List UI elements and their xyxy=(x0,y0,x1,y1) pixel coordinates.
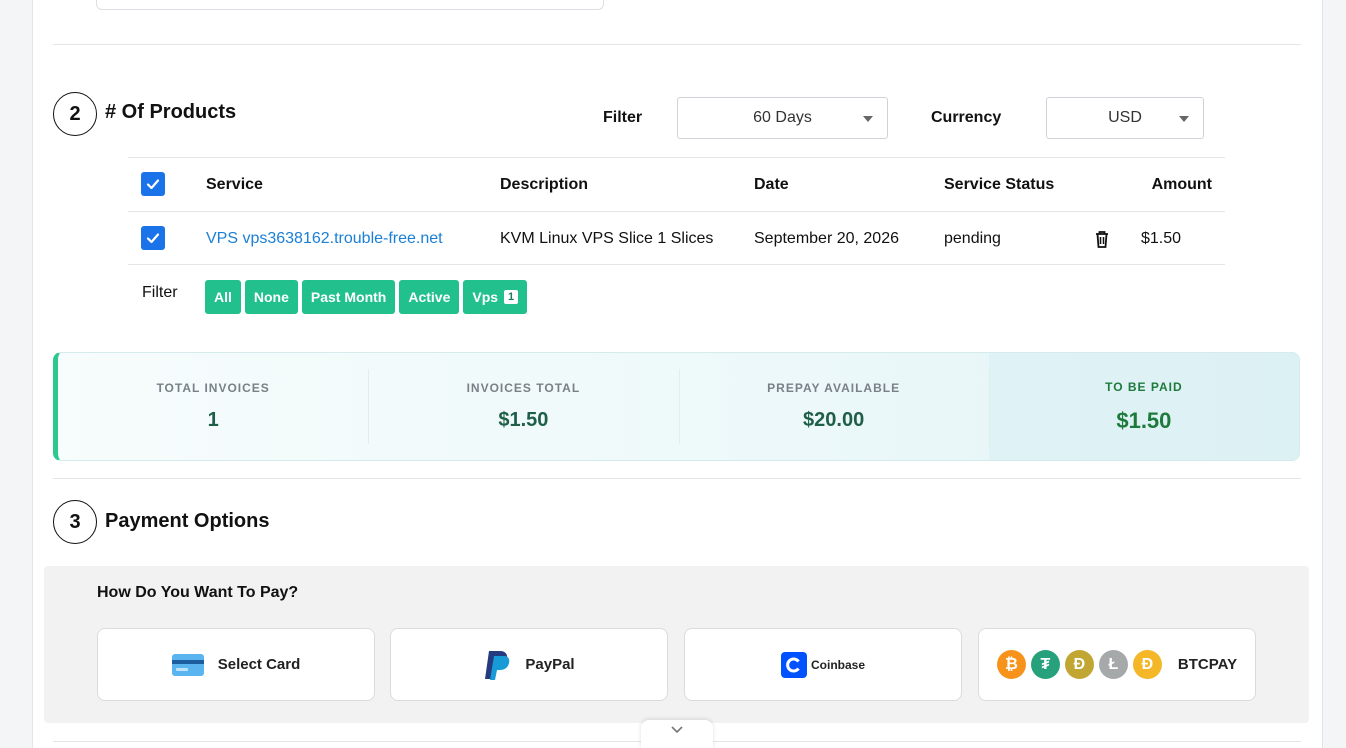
pay-option-coinbase[interactable]: Coinbase xyxy=(684,628,962,701)
divider xyxy=(53,44,1301,45)
column-header-service: Service xyxy=(206,176,263,193)
divider xyxy=(53,478,1301,479)
stat-label: PREPAY AVAILABLE xyxy=(767,381,901,395)
service-amount: $1.50 xyxy=(1141,230,1182,247)
chip-none[interactable]: None xyxy=(244,280,298,314)
service-link[interactable]: VPS vps3638162.trouble-free.net xyxy=(206,212,443,266)
select-all-checkbox[interactable] xyxy=(141,172,165,196)
stat-invoices-total: INVOICES TOTAL $1.50 xyxy=(368,353,678,460)
products-table: Service Description Date Service Status … xyxy=(128,157,1225,265)
filter-select[interactable]: 60 Days xyxy=(677,97,888,139)
checkmark-icon xyxy=(146,233,160,244)
filter-label: Filter xyxy=(603,109,643,126)
payment-question: How Do You Want To Pay? xyxy=(97,584,299,601)
stat-to-be-paid: TO BE PAID $1.50 xyxy=(988,353,1299,460)
chip-vps-count: 1 xyxy=(504,290,519,304)
filter-select-value: 60 Days xyxy=(753,109,812,126)
column-header-description: Description xyxy=(500,176,589,193)
chevron-down-icon xyxy=(671,726,683,734)
stat-label: TO BE PAID xyxy=(1105,379,1183,394)
table-row: VPS vps3638162.trouble-free.net KVM Linu… xyxy=(128,211,1225,265)
chip-vps[interactable]: Vps 1 xyxy=(463,280,528,314)
currency-select-value: USD xyxy=(1108,109,1142,126)
stat-value: $1.50 xyxy=(1116,407,1172,433)
previous-section-input[interactable] xyxy=(96,0,604,10)
chevron-down-icon xyxy=(1179,116,1189,122)
dai-icon: Ð xyxy=(1132,650,1162,679)
pay-option-card[interactable]: Select Card xyxy=(97,628,375,701)
currency-label: Currency xyxy=(931,109,1002,126)
trash-icon[interactable] xyxy=(1094,212,1110,266)
stat-value: $1.50 xyxy=(498,409,549,431)
chip-active[interactable]: Active xyxy=(399,280,460,314)
chevron-down-icon xyxy=(863,116,873,122)
scroll-down-button[interactable] xyxy=(641,720,713,748)
chip-vps-label: Vps xyxy=(472,289,499,305)
tether-icon: ₮ xyxy=(1030,650,1060,679)
column-header-date: Date xyxy=(754,176,789,193)
pay-option-label: Coinbase xyxy=(810,657,865,672)
payment-section-title: Payment Options xyxy=(105,510,270,532)
litecoin-icon: Ł xyxy=(1098,650,1128,679)
invoice-summary: TOTAL INVOICES 1 INVOICES TOTAL $1.50 PR… xyxy=(53,352,1300,461)
table-header-row: Service Description Date Service Status … xyxy=(128,157,1225,211)
crypto-coins-icon: ₿ ₮ Ð Ł Ð xyxy=(996,650,1162,679)
pay-option-label: PayPal xyxy=(525,656,575,673)
currency-select[interactable]: USD xyxy=(1046,97,1204,139)
pay-option-paypal[interactable]: PayPal xyxy=(390,628,668,701)
chip-all[interactable]: All xyxy=(205,280,241,314)
pay-option-label: BTCPAY xyxy=(1177,656,1238,673)
step-number-2: 2 xyxy=(53,92,97,136)
stat-value: 1 xyxy=(207,409,219,431)
credit-card-icon xyxy=(171,653,204,676)
stat-label: TOTAL INVOICES xyxy=(156,381,270,395)
service-description: KVM Linux VPS Slice 1 Slices xyxy=(500,230,714,247)
pay-option-label: Select Card xyxy=(217,656,301,673)
step-number-3: 3 xyxy=(53,500,97,544)
chip-past-month[interactable]: Past Month xyxy=(301,280,396,314)
stat-total-invoices: TOTAL INVOICES 1 xyxy=(58,353,368,460)
paypal-icon xyxy=(485,650,510,680)
products-section-title: # Of Products xyxy=(105,101,237,123)
stat-label: INVOICES TOTAL xyxy=(466,381,581,395)
bitcoin-icon: ₿ xyxy=(996,650,1026,679)
payment-options-panel: How Do You Want To Pay? Select Card PayP… xyxy=(44,566,1309,723)
filter-chips: All None Past Month Active Vps 1 xyxy=(205,280,528,314)
stat-value: $20.00 xyxy=(803,409,865,431)
service-status: pending xyxy=(944,230,1001,247)
column-header-amount: Amount xyxy=(1151,176,1212,193)
pay-option-btcpay[interactable]: ₿ ₮ Ð Ł Ð BTCPAY xyxy=(978,628,1256,701)
dogecoin-icon: Ð xyxy=(1064,650,1094,679)
column-header-status: Service Status xyxy=(944,176,1055,193)
checkmark-icon xyxy=(146,179,160,190)
row-checkbox[interactable] xyxy=(141,226,165,250)
stat-prepay-available: PREPAY AVAILABLE $20.00 xyxy=(678,353,989,460)
row-filter-label: Filter xyxy=(142,284,178,301)
service-date: September 20, 2026 xyxy=(754,230,899,247)
coinbase-icon xyxy=(780,651,807,678)
